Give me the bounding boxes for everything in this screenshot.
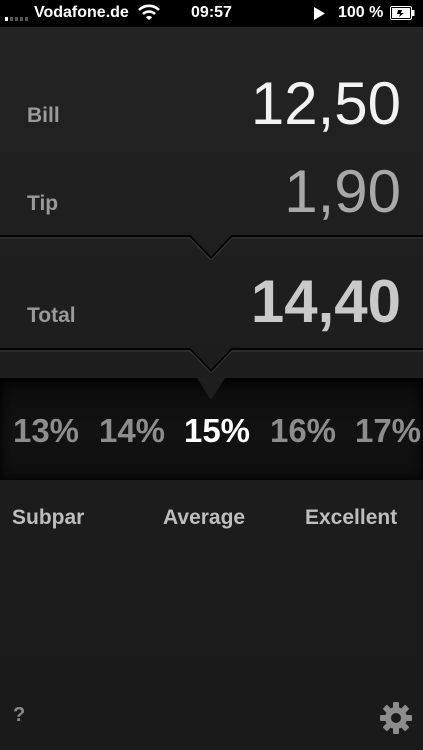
percentage-option-selected[interactable]: 15% — [177, 412, 257, 450]
divider-notch — [0, 348, 423, 373]
bill-amount[interactable]: 12,50 — [251, 74, 401, 134]
percentage-option[interactable]: 14% — [92, 412, 172, 450]
rating-excellent[interactable]: Excellent — [305, 506, 397, 530]
selection-pointer — [197, 378, 225, 400]
rating-average[interactable]: Average — [163, 506, 245, 530]
rating-subpar[interactable]: Subpar — [12, 506, 84, 530]
battery-percentage: 100 % — [338, 4, 384, 21]
help-button[interactable]: ? — [13, 704, 25, 727]
total-amount: 14,40 — [250, 268, 401, 335]
battery-icon — [390, 6, 415, 20]
percentage-option[interactable]: 13% — [6, 412, 86, 450]
tip-amount: 1,90 — [284, 158, 401, 225]
total-label: Total — [27, 304, 76, 327]
divider-notch — [0, 235, 423, 260]
tip-calculator-screen: Vodafone.de 09:57 100 % Bill 12,50 Tip 1… — [0, 0, 423, 750]
percentage-option[interactable]: 16% — [263, 412, 343, 450]
bill-label: Bill — [27, 104, 60, 127]
tip-label: Tip — [27, 192, 59, 215]
play-icon — [314, 7, 325, 20]
gear-icon[interactable] — [378, 700, 414, 736]
status-bar: Vodafone.de 09:57 100 % — [0, 0, 423, 27]
percentage-option[interactable]: 17% — [348, 412, 423, 450]
